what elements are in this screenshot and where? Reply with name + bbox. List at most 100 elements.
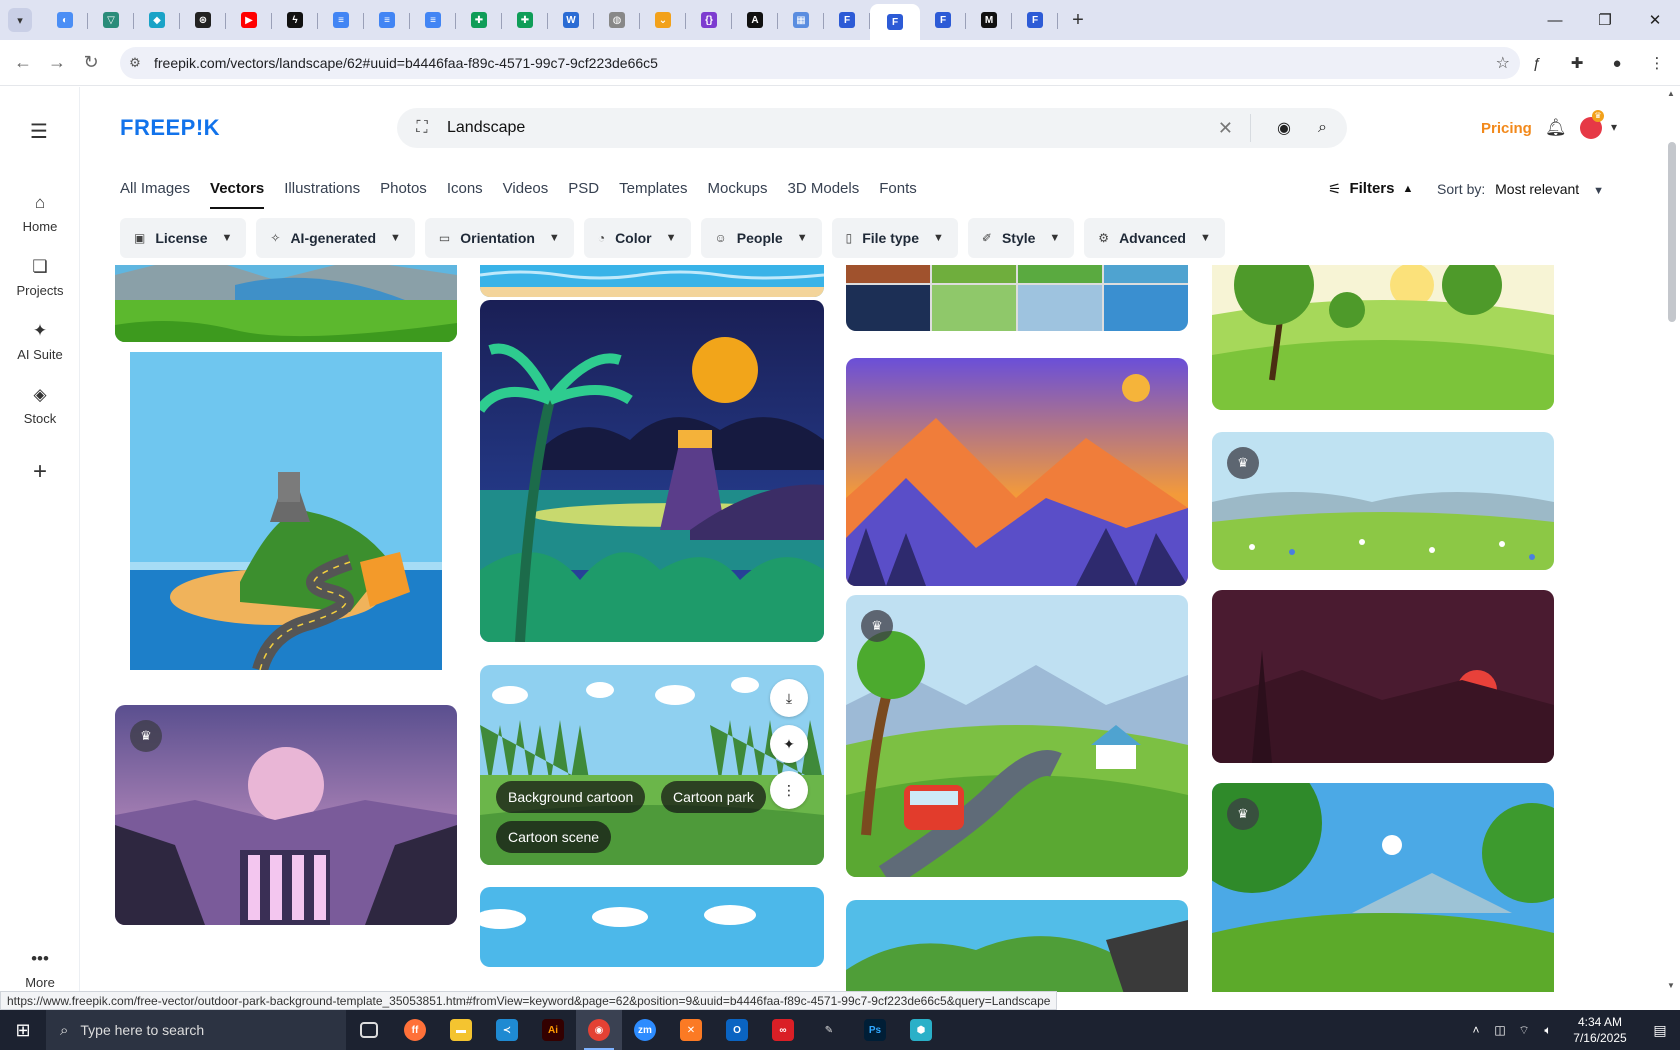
- tab-icons[interactable]: Icons: [447, 180, 483, 209]
- tab-photos[interactable]: Photos: [380, 180, 427, 209]
- show-hidden-icons-icon[interactable]: ˄: [1464, 1023, 1488, 1037]
- back-icon[interactable]: ←: [6, 46, 40, 80]
- result-card[interactable]: [1212, 590, 1554, 763]
- browser-tab[interactable]: M: [966, 4, 1012, 36]
- tab-3d-models[interactable]: 3D Models: [788, 180, 860, 209]
- photoshop-icon[interactable]: Ps: [852, 1010, 898, 1050]
- ai-edit-icon[interactable]: ✦: [770, 725, 808, 763]
- notification-center-icon[interactable]: ▤: [1640, 1022, 1680, 1039]
- browser-tab-active[interactable]: F: [870, 4, 920, 40]
- forward-icon[interactable]: →: [40, 46, 74, 80]
- browser-tab[interactable]: ≡: [364, 4, 410, 36]
- tab-templates[interactable]: Templates: [619, 180, 687, 209]
- browser-tab[interactable]: W: [548, 4, 594, 36]
- hamburger-menu-icon[interactable]: ☰: [30, 119, 48, 144]
- search-icon[interactable]: ⌕: [1318, 119, 1327, 137]
- address-bar[interactable]: ⚙ freepik.com/vectors/landscape/62#uuid=…: [120, 47, 1520, 79]
- chrome-icon[interactable]: ◉: [576, 1010, 622, 1050]
- browser-tab[interactable]: ≡: [410, 4, 456, 36]
- result-card[interactable]: [1212, 265, 1554, 410]
- app-hex-icon[interactable]: ⬢: [898, 1010, 944, 1050]
- vscode-icon[interactable]: ≺: [484, 1010, 530, 1050]
- network-icon[interactable]: ◫: [1488, 1023, 1512, 1037]
- task-view-icon[interactable]: [346, 1010, 392, 1050]
- browser-tab[interactable]: ⊛: [180, 4, 226, 36]
- tab-psd[interactable]: PSD: [568, 180, 599, 209]
- browser-tab[interactable]: ▶: [226, 4, 272, 36]
- browser-tab[interactable]: ▽: [88, 4, 134, 36]
- tag-pill[interactable]: Cartoon park: [661, 781, 766, 813]
- result-card[interactable]: ♛: [1212, 783, 1554, 992]
- filter-chip-color[interactable]: ◔ Color ▼: [583, 218, 691, 258]
- result-card[interactable]: ♛: [846, 595, 1188, 877]
- tab-vectors[interactable]: Vectors: [210, 180, 265, 209]
- tab-fonts[interactable]: Fonts: [879, 180, 917, 209]
- tab-illustrations[interactable]: Illustrations: [284, 180, 360, 209]
- maximize-icon[interactable]: ❐: [1580, 0, 1630, 40]
- outlook-icon[interactable]: O: [714, 1010, 760, 1050]
- tab-videos[interactable]: Videos: [503, 180, 549, 209]
- freepik-logo[interactable]: FREEP!K: [120, 115, 220, 141]
- result-card[interactable]: ♛: [115, 705, 457, 925]
- scroll-up-icon[interactable]: ▲: [1667, 89, 1675, 98]
- file-explorer-icon[interactable]: ▬: [438, 1010, 484, 1050]
- download-icon[interactable]: ⤓: [770, 679, 808, 717]
- zoom-icon[interactable]: zm: [622, 1010, 668, 1050]
- clear-search-icon[interactable]: ✕: [1218, 118, 1233, 139]
- scroll-down-icon[interactable]: ▼: [1667, 981, 1675, 990]
- browser-tab[interactable]: ϟ: [272, 4, 318, 36]
- sort-dropdown[interactable]: Sort by: Most relevant ▼: [1437, 181, 1604, 197]
- browser-tab[interactable]: F: [824, 4, 870, 36]
- firefox-icon[interactable]: ff: [392, 1010, 438, 1050]
- page-scrollbar[interactable]: ▲ ▼: [1664, 87, 1680, 992]
- filter-chip-ai-generated[interactable]: ✧ AI-generated ▼: [256, 218, 415, 258]
- search-input[interactable]: [447, 119, 1207, 137]
- rail-item-home[interactable]: ⌂ Home: [0, 193, 80, 234]
- tab-all-images[interactable]: All Images: [120, 180, 190, 209]
- windows-start-icon[interactable]: ⊞: [0, 1010, 46, 1050]
- filter-chip-people[interactable]: ☺ People ▼: [700, 218, 822, 258]
- tag-pill[interactable]: Background cartoon: [496, 781, 646, 813]
- browser-tab[interactable]: ≡: [318, 4, 364, 36]
- taskbar-search-box[interactable]: ⌕ Type here to search: [46, 1010, 346, 1050]
- chevron-down-icon[interactable]: ▾: [1611, 120, 1617, 134]
- result-card-hovered[interactable]: Background cartoon Cartoon park Cartoon …: [480, 665, 824, 865]
- result-card[interactable]: [846, 358, 1188, 586]
- filter-chip-file-type[interactable]: ▯ File type ▼: [831, 218, 958, 258]
- browser-tab[interactable]: F: [920, 4, 966, 36]
- browser-tab[interactable]: ✚: [502, 4, 548, 36]
- result-card[interactable]: [846, 265, 1188, 331]
- site-info-icon[interactable]: ⚙: [120, 55, 150, 71]
- result-card[interactable]: [480, 265, 824, 297]
- new-tab-button[interactable]: +: [1064, 6, 1092, 34]
- camera-search-icon[interactable]: ◉: [1277, 118, 1291, 138]
- creative-cloud-icon[interactable]: ∞: [760, 1010, 806, 1050]
- result-card[interactable]: [130, 352, 442, 670]
- browser-tab[interactable]: ◍: [594, 4, 640, 36]
- illustrator-icon[interactable]: Ai: [530, 1010, 576, 1050]
- chrome-menu-icon[interactable]: ⋮: [1642, 47, 1672, 79]
- bookmark-star-icon[interactable]: ☆: [1496, 53, 1510, 73]
- browser-tab[interactable]: ◐: [42, 4, 88, 36]
- filter-chip-license[interactable]: ▣ License ▼: [120, 218, 247, 258]
- browser-tab[interactable]: F: [1012, 4, 1058, 36]
- tab-search-button[interactable]: ▾: [8, 8, 32, 32]
- browser-tab[interactable]: ✚: [456, 4, 502, 36]
- reload-icon[interactable]: ↻: [74, 46, 108, 80]
- notification-bell-icon[interactable]: 🔔︎: [1545, 118, 1567, 138]
- pricing-link[interactable]: Pricing: [1481, 120, 1532, 137]
- wifi-icon[interactable]: ⌔: [1512, 1023, 1536, 1038]
- result-card[interactable]: [480, 887, 824, 967]
- result-card[interactable]: [480, 300, 824, 642]
- browser-tab[interactable]: {}: [686, 4, 732, 36]
- result-card[interactable]: ♛: [1212, 432, 1554, 570]
- more-options-icon[interactable]: ⋮: [770, 771, 808, 809]
- filters-toggle[interactable]: ⚟ Filters ▲: [1328, 180, 1413, 198]
- extensions-puzzle-icon[interactable]: ✚: [1562, 47, 1592, 79]
- tag-pill[interactable]: Cartoon scene: [496, 821, 612, 853]
- extension-f-icon[interactable]: ƒ: [1522, 47, 1552, 79]
- browser-tab[interactable]: ⌄: [640, 4, 686, 36]
- close-window-icon[interactable]: ✕: [1630, 0, 1680, 40]
- pen-tool-icon[interactable]: ✎: [806, 1010, 852, 1050]
- filter-chip-orientation[interactable]: ▭ Orientation ▼: [424, 218, 574, 258]
